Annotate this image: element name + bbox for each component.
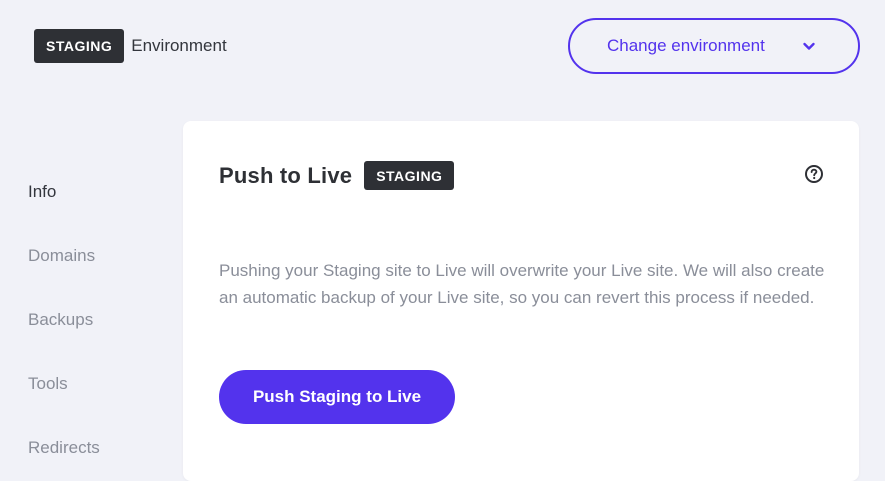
sidebar-nav: Info Domains Backups Tools Redirects (28, 160, 158, 480)
question-circle-icon[interactable] (804, 164, 824, 184)
change-environment-label: Change environment (607, 36, 765, 55)
card-staging-badge: STAGING (364, 161, 455, 190)
sidebar-item-tools[interactable]: Tools (28, 352, 158, 416)
sidebar-item-redirects[interactable]: Redirects (28, 416, 158, 480)
sidebar-item-backups[interactable]: Backups (28, 288, 158, 352)
environment-badge: STAGING (34, 29, 125, 63)
card-description: Pushing your Staging site to Live will o… (219, 261, 825, 307)
sidebar-item-domains[interactable]: Domains (28, 224, 158, 288)
change-environment-button[interactable]: Change environment (568, 18, 860, 74)
push-staging-to-live-button[interactable]: Push Staging to Live (219, 370, 455, 424)
sidebar-item-info[interactable]: Info (28, 160, 158, 224)
chevron-down-icon (803, 42, 815, 50)
push-to-live-card: Push to Live STAGING Pushing your Stagin… (183, 121, 859, 481)
card-title: Push to Live (219, 162, 353, 188)
environment-header: STAGING Environment (34, 29, 227, 63)
card-header: Push to Live STAGING (219, 161, 455, 190)
environment-label: Environment (131, 36, 227, 55)
